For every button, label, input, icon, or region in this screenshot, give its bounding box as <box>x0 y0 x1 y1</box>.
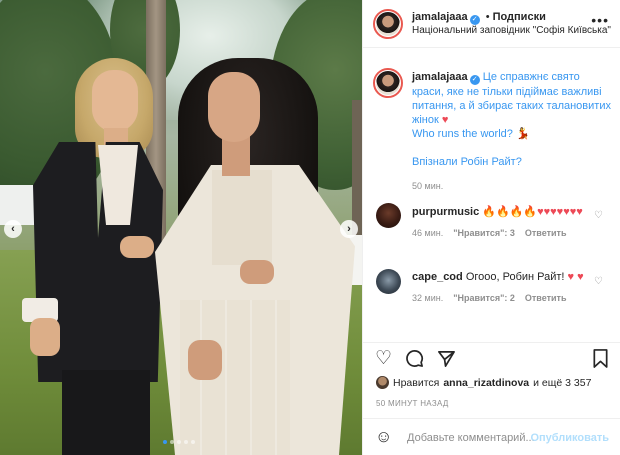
paper-plane-icon <box>438 350 455 367</box>
carousel-dot <box>191 440 195 444</box>
comment-avatar[interactable] <box>376 269 401 294</box>
comment-item: purpurmusic 🔥🔥🔥🔥♥♥♥♥♥♥♥ 46 мин. "Нравитс… <box>412 205 592 240</box>
caption-avatar[interactable] <box>373 68 403 98</box>
next-photo-button[interactable]: › <box>340 220 358 238</box>
carousel-dot <box>170 440 174 444</box>
likes-summary: Нравится anna_rizatdinova и ещё 3 357 <box>376 376 591 389</box>
carousel-dots <box>163 440 195 444</box>
post-timestamp: 50 МИНУТ НАЗАД <box>376 399 449 408</box>
comment-text: Огооо, Робин Райт! <box>465 271 565 283</box>
comment-meta: 46 мин. "Нравится": 3 Ответить <box>412 226 592 240</box>
caption-line-2: Who runs the world? <box>412 128 513 140</box>
comment-username[interactable]: purpurmusic <box>412 206 479 218</box>
dancer-emoji: 💃 <box>515 128 530 140</box>
likes-prefix: Нравится <box>393 376 440 389</box>
add-comment-bar: ☺ Добавьте комментарий... Опубликовать <box>363 418 620 455</box>
follow-separator: • <box>485 11 490 23</box>
woman-right-neck <box>222 136 250 176</box>
bookmark-icon <box>593 349 608 368</box>
verified-icon: ✓ <box>469 75 480 85</box>
author-avatar-image <box>376 12 400 36</box>
woman-right-hand-right <box>240 260 274 284</box>
caption-username[interactable]: jamalajaaa <box>412 71 468 83</box>
share-icon[interactable] <box>437 349 456 373</box>
post-photo[interactable]: ‹ › <box>0 0 362 455</box>
post-header: jamalajaaa ✓ • Подписки Національний запов… <box>363 0 620 48</box>
liker-avatar <box>376 376 389 389</box>
comment-hearts: ♥ ♥ <box>567 271 584 283</box>
liker-username[interactable]: anna_rizatdinova <box>443 377 529 389</box>
likes-count[interactable]: и ещё 3 357 <box>533 377 591 389</box>
caption-line-3: Впізнали Робін Райт? <box>412 156 522 168</box>
verified-icon: ✓ <box>469 15 480 25</box>
caption-text: jamalajaaa ✓ Це справжнє свято краси, яке… <box>412 70 612 193</box>
comment-text: 🔥🔥🔥🔥♥♥♥♥♥♥♥ <box>482 206 583 218</box>
like-icon[interactable]: ♡ <box>375 349 392 369</box>
pinstripe <box>250 300 252 455</box>
comment-like-icon[interactable]: ♡ <box>594 210 603 221</box>
comment-time: 32 мин. <box>412 293 444 303</box>
reply-button[interactable]: Ответить <box>525 228 567 238</box>
pinstripe <box>275 300 277 455</box>
woman-right-top <box>212 170 272 265</box>
save-icon[interactable] <box>592 349 609 373</box>
comment-time: 46 мин. <box>412 228 444 238</box>
woman-left-face <box>92 70 138 132</box>
post-sidebar: jamalajaaa ✓ • Подписки Національний запов… <box>362 0 620 455</box>
prev-photo-button[interactable]: ‹ <box>4 220 22 238</box>
pinstripe <box>225 300 227 455</box>
comment-avatar[interactable] <box>376 203 401 228</box>
following-button[interactable]: Подписки <box>493 11 546 23</box>
comment-icon-svg <box>406 350 423 367</box>
carousel-dot <box>163 440 167 444</box>
carousel-dot <box>184 440 188 444</box>
caption-time: 50 мин. <box>412 181 444 191</box>
carousel-dot <box>177 440 181 444</box>
author-avatar[interactable] <box>373 9 403 39</box>
reply-button[interactable]: Ответить <box>525 293 567 303</box>
more-options-button[interactable]: ••• <box>591 12 609 28</box>
comment-username[interactable]: cape_cod <box>412 271 463 283</box>
comment-like-icon[interactable]: ♡ <box>594 276 603 287</box>
woman-left-hand <box>30 318 60 356</box>
comment-meta: 32 мин. "Нравится": 2 Ответить <box>412 291 592 305</box>
comment-likes[interactable]: "Нравится": 2 <box>453 293 515 303</box>
caption-avatar-image <box>376 71 400 95</box>
woman-left-hand-right <box>120 236 154 258</box>
heart-emoji: ♥ <box>441 114 449 126</box>
woman-right-hand <box>188 340 222 380</box>
post-actions: ♡ Нравится anna_rizatdinova и ещё 3 357 … <box>363 342 620 417</box>
woman-left-pants <box>62 370 150 455</box>
author-username[interactable]: jamalajaaa <box>412 11 468 23</box>
comments-list: jamalajaaa ✓ Це справжнє свято краси, яке… <box>363 50 620 340</box>
tent-left <box>0 185 38 225</box>
comment-likes[interactable]: "Нравится": 3 <box>453 228 515 238</box>
location-link[interactable]: Національний заповідник "Софія Київська" <box>412 25 611 36</box>
header-title-row: jamalajaaa ✓ • Подписки <box>412 11 546 25</box>
comment-input[interactable]: Добавьте комментарий... <box>407 432 535 444</box>
comment-icon[interactable] <box>405 349 424 373</box>
woman-right-face <box>208 72 260 142</box>
emoji-icon[interactable]: ☺ <box>375 427 392 447</box>
comment-item: cape_cod Огооо, Робин Райт! ♥ ♥ 32 мин. … <box>412 270 592 305</box>
publish-button[interactable]: Опубликовать <box>530 432 609 444</box>
